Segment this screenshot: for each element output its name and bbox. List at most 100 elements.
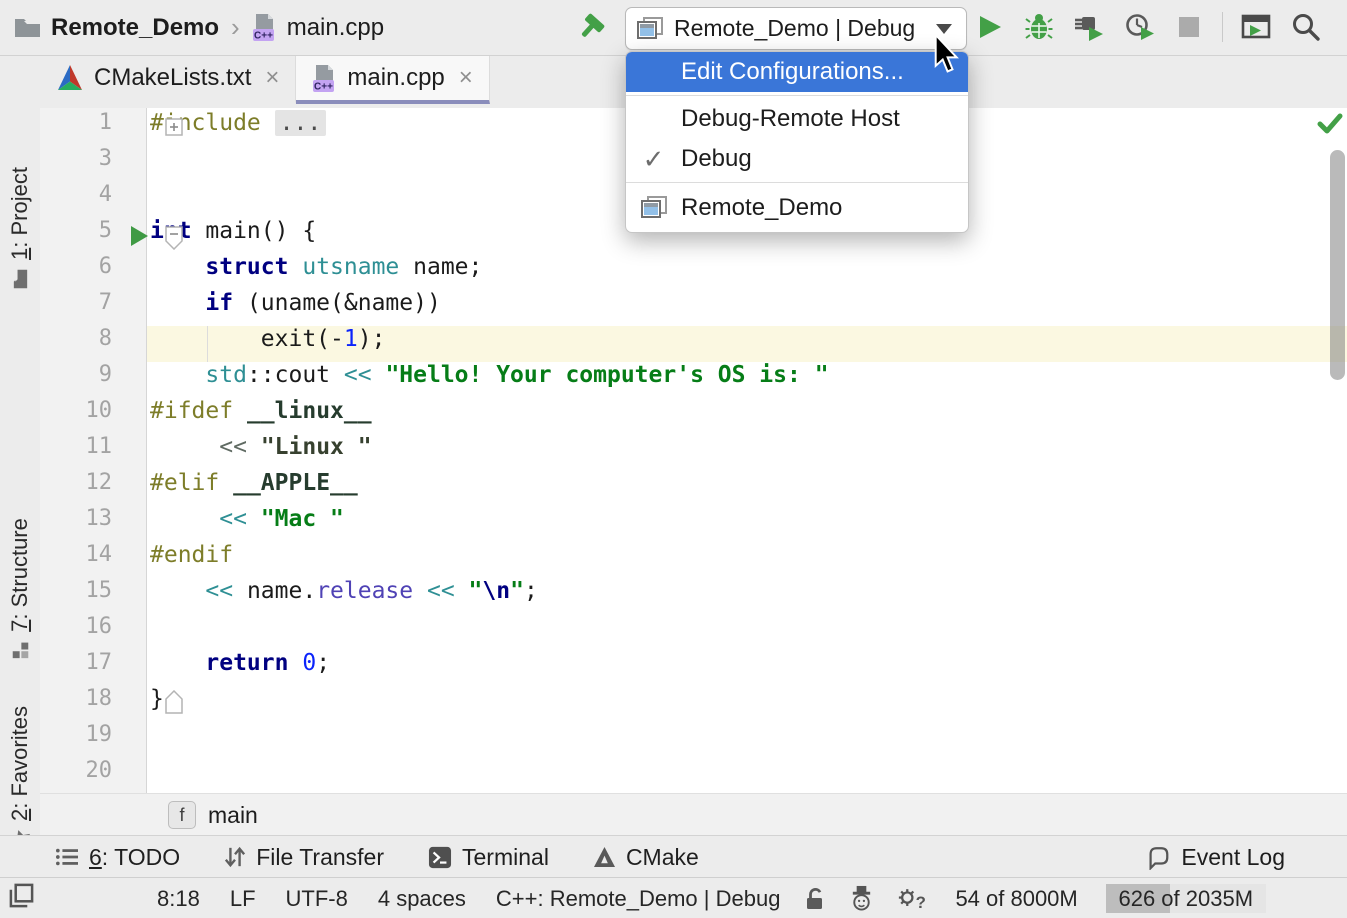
highlighting-level-button[interactable] bbox=[848, 885, 875, 912]
code-line[interactable]: 17 return 0; bbox=[40, 650, 1347, 686]
breadcrumb: Remote_Demo › C++ main.cpp bbox=[14, 12, 384, 43]
remote-memory-indicator[interactable]: 54 of 8000M bbox=[955, 886, 1077, 912]
debug-button[interactable] bbox=[1022, 10, 1056, 44]
fold-collapse-top-icon[interactable] bbox=[165, 226, 183, 250]
sidebar-item-project[interactable]: 1: Project bbox=[7, 167, 33, 289]
line-number: 12 bbox=[40, 470, 112, 506]
breadcrumb-project[interactable]: Remote_Demo bbox=[51, 14, 219, 42]
event-log-icon bbox=[1145, 845, 1171, 870]
tab-label: CMakeLists.txt bbox=[94, 64, 251, 92]
sidebar-item-favorites[interactable]: 2: Favorites bbox=[7, 706, 33, 850]
indent-setting[interactable]: 4 spaces bbox=[378, 886, 466, 912]
run-config-label: Remote_Demo | Debug bbox=[674, 15, 915, 42]
checkmark-icon: ✓ bbox=[626, 144, 681, 175]
resolve-context[interactable]: C++: Remote_Demo | Debug bbox=[496, 886, 781, 912]
inspections-widget[interactable] bbox=[1317, 112, 1343, 141]
line-number: 3 bbox=[40, 146, 112, 182]
breadcrumb-file[interactable]: main.cpp bbox=[287, 14, 384, 42]
fold-expand-icon[interactable] bbox=[165, 118, 183, 136]
line-number: 7 bbox=[40, 290, 112, 326]
left-tool-window-stripe: 1: Project 7: Structure 2: Favorites bbox=[0, 56, 41, 835]
run-configuration-selector[interactable]: Remote_Demo | Debug bbox=[625, 7, 967, 50]
search-everywhere-button[interactable] bbox=[1289, 10, 1323, 44]
cmake-mono-icon bbox=[593, 846, 616, 868]
run-icon bbox=[975, 13, 1003, 41]
search-icon bbox=[1291, 12, 1321, 42]
toolwindow-file-transfer[interactable]: File Transfer bbox=[224, 844, 384, 871]
gear-question-button[interactable]: ? bbox=[897, 885, 925, 912]
code-line[interactable]: 9 std::cout << "Hello! Your computer's O… bbox=[40, 362, 1347, 398]
build-hammer-button[interactable] bbox=[574, 10, 608, 44]
code-line[interactable]: 10 #ifdef __linux__ bbox=[40, 398, 1347, 434]
menu-item-debug-remote-host[interactable]: Debug-Remote Host bbox=[626, 99, 968, 139]
toolwindow-label: File Transfer bbox=[256, 844, 384, 871]
line-number: 6 bbox=[40, 254, 112, 290]
code-line[interactable]: 11 << "Linux " bbox=[40, 434, 1347, 470]
code-line[interactable]: 12#elif __APPLE__ bbox=[40, 470, 1347, 506]
code-text: return 0; bbox=[150, 650, 330, 686]
structure-icon bbox=[11, 641, 30, 660]
clion-window: Remote_Demo › C++ main.cpp Remote_Demo |… bbox=[0, 0, 1347, 918]
code-line[interactable]: 6 struct utsname name; bbox=[40, 254, 1347, 290]
caret-position[interactable]: 8:18 bbox=[157, 886, 200, 912]
menu-item-remote-demo[interactable]: Remote_Demo bbox=[626, 186, 968, 230]
toolwindow-todo[interactable]: 6: TODO bbox=[55, 844, 180, 871]
close-icon[interactable]: × bbox=[265, 64, 279, 92]
attach-profiler-button[interactable] bbox=[1072, 10, 1106, 44]
tab-cmakelists[interactable]: CMakeLists.txt × bbox=[40, 56, 296, 104]
toolwindow-cmake[interactable]: CMake bbox=[593, 844, 699, 871]
code-line[interactable]: 15 << name.release << "\n"; bbox=[40, 578, 1347, 614]
menu-item-edit-configurations[interactable]: Edit Configurations... bbox=[626, 52, 968, 92]
code-line[interactable]: 19 bbox=[40, 722, 1347, 758]
stop-button[interactable] bbox=[1172, 10, 1206, 44]
file-encoding[interactable]: UTF-8 bbox=[286, 886, 348, 912]
readonly-toggle[interactable] bbox=[802, 886, 826, 912]
menu-item-label: Edit Configurations... bbox=[681, 58, 904, 86]
toolwindow-access-icon bbox=[8, 882, 35, 909]
editor-scrollbar[interactable] bbox=[1330, 150, 1345, 380]
line-number: 10 bbox=[40, 398, 112, 434]
breadcrumb-function-name[interactable]: main bbox=[208, 802, 258, 829]
editor-breadcrumbs-bar: f main bbox=[40, 793, 1347, 836]
run-config-dropdown-menu: Edit Configurations... Debug-Remote Host… bbox=[625, 51, 969, 233]
fold-collapse-bottom-icon[interactable] bbox=[165, 690, 183, 714]
mouse-cursor bbox=[934, 35, 964, 82]
code-line[interactable]: 13 << "Mac " bbox=[40, 506, 1347, 542]
gear-question-icon: ? bbox=[897, 885, 925, 912]
attach-profiler-icon bbox=[1074, 12, 1104, 42]
chevron-down-icon bbox=[936, 24, 952, 34]
toolbar-actions bbox=[972, 10, 1323, 44]
hector-inspector-icon bbox=[848, 885, 875, 912]
terminal-icon bbox=[428, 846, 452, 869]
code-text: << "Linux " bbox=[150, 434, 372, 470]
code-line[interactable]: 16 bbox=[40, 614, 1347, 650]
status-bar: 8:18 LF UTF-8 4 spaces C++: Remote_Demo … bbox=[0, 877, 1347, 918]
unlock-icon bbox=[802, 886, 826, 912]
toolwindow-access-button[interactable] bbox=[8, 882, 35, 915]
line-separator[interactable]: LF bbox=[230, 886, 256, 912]
code-line[interactable]: 20 bbox=[40, 758, 1347, 794]
code-line[interactable]: 18} bbox=[40, 686, 1347, 722]
profile-button[interactable] bbox=[1122, 10, 1156, 44]
run-button[interactable] bbox=[972, 10, 1006, 44]
tab-label: main.cpp bbox=[347, 64, 444, 92]
toolwindow-label: CMake bbox=[626, 844, 699, 871]
close-icon[interactable]: × bbox=[459, 64, 473, 92]
tab-main-cpp[interactable]: C++ main.cpp × bbox=[296, 56, 489, 104]
memory-indicator[interactable]: 626 of 2035M bbox=[1106, 884, 1266, 913]
code-line[interactable]: 14#endif bbox=[40, 542, 1347, 578]
toolwindow-event-log[interactable]: Event Log bbox=[1145, 844, 1285, 871]
code-text: #ifdef __linux__ bbox=[150, 398, 372, 434]
main-toolbar: Remote_Demo › C++ main.cpp Remote_Demo |… bbox=[0, 0, 1347, 56]
menu-item-debug[interactable]: ✓ Debug bbox=[626, 139, 968, 179]
code-line[interactable]: 8 exit(-1); bbox=[40, 326, 1347, 362]
stop-icon bbox=[1177, 15, 1201, 39]
run-line-marker-icon[interactable] bbox=[128, 224, 150, 248]
svg-text:C++: C++ bbox=[314, 81, 333, 92]
toolwindow-terminal[interactable]: Terminal bbox=[428, 844, 549, 871]
hammer-icon bbox=[575, 11, 607, 43]
code-line[interactable]: 7 if (uname(&name)) bbox=[40, 290, 1347, 326]
run-anything-button[interactable] bbox=[1239, 10, 1273, 44]
sidebar-item-structure[interactable]: 7: Structure bbox=[7, 518, 33, 660]
line-number: 20 bbox=[40, 758, 112, 794]
